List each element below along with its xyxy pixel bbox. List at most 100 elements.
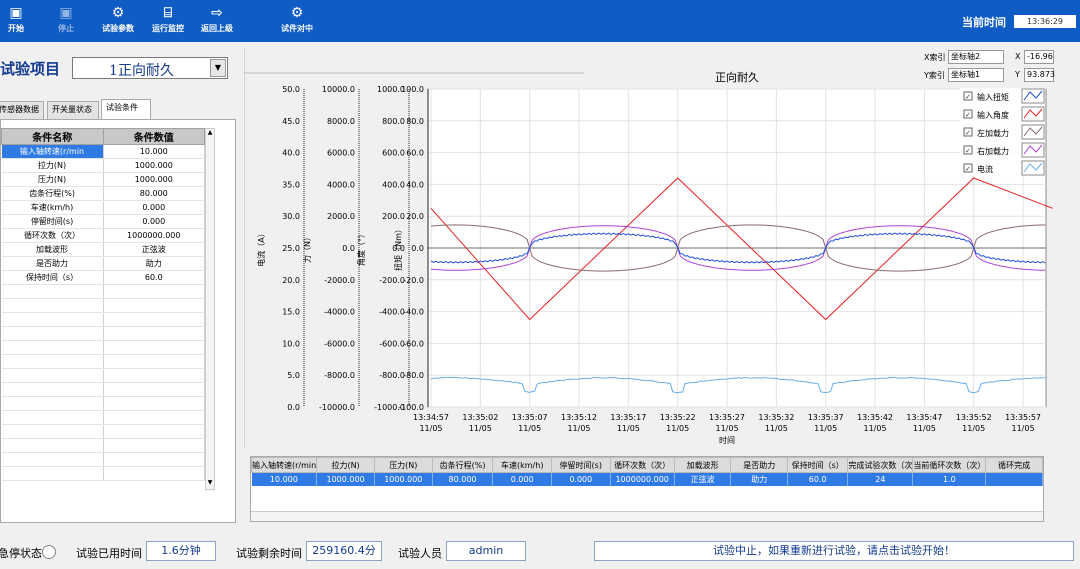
condition-value-cell[interactable]	[103, 369, 204, 383]
history-cell[interactable]: 24	[848, 473, 913, 486]
table-row[interactable]: 拉力(N) 1000.000	[2, 159, 205, 173]
table-row[interactable]	[2, 327, 205, 341]
history-cell[interactable]: 1000.000	[317, 473, 375, 486]
condition-value-cell[interactable]	[103, 341, 204, 355]
history-cell[interactable]	[986, 473, 1043, 486]
table-row[interactable]: 停留时间(s) 0.000	[2, 215, 205, 229]
history-cell[interactable]: 60.0	[788, 473, 848, 486]
table-row[interactable]: 车速(km/h) 0.000	[2, 201, 205, 215]
condition-value-cell[interactable]	[103, 285, 204, 299]
table-row[interactable]	[2, 425, 205, 439]
tab-sensor-data[interactable]: 传感器数据	[0, 101, 44, 119]
project-select[interactable]: 1正向耐久 ▼	[72, 57, 228, 79]
history-column-header[interactable]: 压力(N)	[374, 458, 432, 473]
condition-name-cell[interactable]	[2, 327, 104, 341]
condition-value-cell[interactable]: 0.000	[103, 201, 204, 215]
back-button[interactable]: ⇨ 返回上级	[197, 3, 237, 39]
stop-button[interactable]: ▣ 停止	[46, 3, 86, 39]
condition-name-cell[interactable]: 是否助力	[2, 257, 104, 271]
table-row[interactable]	[2, 411, 205, 425]
condition-name-cell[interactable]	[2, 285, 104, 299]
y-index-select[interactable]: 坐标轴1	[948, 68, 1004, 82]
y-value-field[interactable]: 93.873	[1024, 68, 1054, 82]
condition-name-cell[interactable]	[2, 467, 104, 481]
start-button[interactable]: ▣ 开始	[0, 3, 36, 39]
table-row[interactable]: 10.000 1000.000 1000.000 80.000 0.000 0.000 10…	[252, 473, 1043, 486]
condition-name-cell[interactable]	[2, 369, 104, 383]
table-row[interactable]: 是否助力 助力	[2, 257, 205, 271]
table-row[interactable]: 输入轴转速(r/min 10.000	[2, 145, 205, 159]
scroll-up-icon[interactable]: ▲	[206, 129, 214, 139]
history-cell[interactable]: 1.0	[913, 473, 986, 486]
condition-value-cell[interactable]: 正弦波	[103, 243, 204, 257]
condition-name-cell[interactable]: 循环次数（次）	[2, 229, 104, 243]
condition-name-cell[interactable]: 压力(N)	[2, 173, 104, 187]
history-column-header[interactable]: 加载波形	[674, 458, 731, 473]
condition-value-cell[interactable]	[103, 425, 204, 439]
tab-switch-status[interactable]: 开关量状态	[47, 101, 99, 119]
condition-value-cell[interactable]	[103, 383, 204, 397]
history-column-header[interactable]: 输入轴转速(r/min	[252, 458, 317, 473]
history-cell[interactable]: 助力	[731, 473, 788, 486]
table-row[interactable]	[2, 355, 205, 369]
history-cell[interactable]: 0.000	[493, 473, 552, 486]
history-column-header[interactable]: 保持时间（s）	[788, 458, 848, 473]
condition-value-cell[interactable]	[103, 327, 204, 341]
test-params-button[interactable]: ⚙ 试验参数	[98, 3, 138, 39]
history-column-header[interactable]: 当前循环次数（次）	[913, 458, 986, 473]
specimen-align-button[interactable]: ⚙ 试件对中	[277, 3, 317, 39]
condition-name-cell[interactable]: 拉力(N)	[2, 159, 104, 173]
condition-name-cell[interactable]	[2, 439, 104, 453]
condition-name-cell[interactable]: 停留时间(s)	[2, 215, 104, 229]
history-column-header[interactable]: 齿条行程(%)	[432, 458, 493, 473]
condition-name-cell[interactable]: 保持时间（s）	[2, 271, 104, 285]
condition-name-cell[interactable]	[2, 411, 104, 425]
history-column-header[interactable]: 车速(km/h)	[493, 458, 552, 473]
scroll-down-icon[interactable]: ▼	[206, 479, 214, 489]
conditions-scrollbar[interactable]: ▲ ▼	[205, 128, 215, 490]
condition-name-cell[interactable]	[2, 397, 104, 411]
condition-value-cell[interactable]: 80.000	[103, 187, 204, 201]
table-row[interactable]	[2, 299, 205, 313]
condition-value-cell[interactable]	[103, 355, 204, 369]
condition-value-cell[interactable]	[103, 411, 204, 425]
history-cell[interactable]: 80.000	[432, 473, 493, 486]
history-cell[interactable]: 1000000.000	[610, 473, 674, 486]
condition-name-cell[interactable]	[2, 341, 104, 355]
run-monitor-button[interactable]: ⌸ 运行监控	[148, 3, 188, 39]
condition-name-cell[interactable]	[2, 383, 104, 397]
history-column-header[interactable]: 完成试验次数（次	[848, 458, 913, 473]
history-column-header[interactable]: 停留时间(s)	[552, 458, 611, 473]
history-column-header[interactable]: 拉力(N)	[317, 458, 375, 473]
condition-value-cell[interactable]: 1000000.000	[103, 229, 204, 243]
table-row[interactable]	[2, 383, 205, 397]
history-column-header[interactable]: 循环次数（次）	[610, 458, 674, 473]
condition-value-cell[interactable]	[103, 467, 204, 481]
history-column-header[interactable]: 循环完成	[986, 458, 1043, 473]
table-row[interactable]: 齿条行程(%) 80.000	[2, 187, 205, 201]
history-column-header[interactable]: 是否助力	[731, 458, 788, 473]
history-hscrollbar[interactable]	[251, 511, 1043, 521]
condition-value-cell[interactable]	[103, 453, 204, 467]
condition-name-cell[interactable]	[2, 453, 104, 467]
condition-name-cell[interactable]: 齿条行程(%)	[2, 187, 104, 201]
condition-value-cell[interactable]: 助力	[103, 257, 204, 271]
table-row[interactable]: 保持时间（s） 60.0	[2, 271, 205, 285]
condition-value-cell[interactable]	[103, 397, 204, 411]
condition-value-cell[interactable]	[103, 313, 204, 327]
condition-value-cell[interactable]	[103, 439, 204, 453]
table-row[interactable]: 加载波形 正弦波	[2, 243, 205, 257]
history-cell[interactable]: 1000.000	[374, 473, 432, 486]
table-row[interactable]	[2, 397, 205, 411]
condition-value-cell[interactable]: 60.0	[103, 271, 204, 285]
table-row[interactable]	[2, 467, 205, 481]
tab-test-conditions[interactable]: 试验条件	[101, 99, 151, 120]
condition-value-cell[interactable]: 1000.000	[103, 159, 204, 173]
history-cell[interactable]: 正弦波	[674, 473, 731, 486]
condition-value-cell[interactable]: 1000.000	[103, 173, 204, 187]
chart-svg[interactable]: 正向耐久 13:34:57 11/05 13:35:02 11/05 13:35:07 11…	[244, 48, 1054, 448]
condition-value-cell[interactable]: 10.000	[103, 145, 204, 159]
condition-name-cell[interactable]	[2, 425, 104, 439]
table-row[interactable]	[2, 313, 205, 327]
condition-name-cell[interactable]: 输入轴转速(r/min	[2, 145, 104, 159]
